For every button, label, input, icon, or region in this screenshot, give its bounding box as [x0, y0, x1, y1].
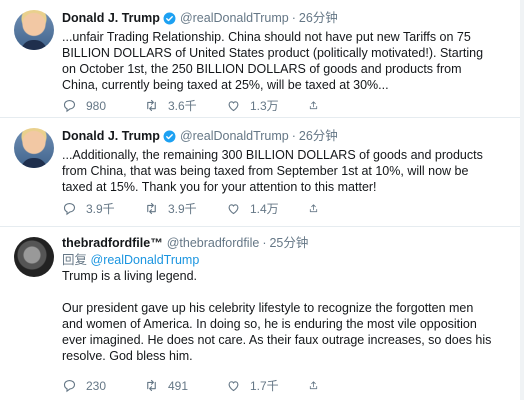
tweet-text-line: from China, that was being taxed from Se…: [62, 164, 469, 178]
author-name[interactable]: thebradfordfile™: [62, 235, 163, 252]
timestamp[interactable]: 25分钟: [269, 235, 308, 252]
tweet-text-line: BILLION DOLLARS of United States product…: [62, 46, 484, 60]
heart-icon: [228, 381, 239, 392]
retweet-button[interactable]: 3.9千: [144, 200, 226, 217]
share-icon: [309, 101, 318, 110]
tweet-actions: 230 491 1.7千: [62, 377, 328, 394]
retweet-count: 491: [168, 378, 189, 393]
tweet-header: thebradfordfile™ @thebradfordfile · 25分钟: [62, 235, 512, 252]
verified-badge-icon: [163, 130, 176, 143]
avatar[interactable]: [14, 128, 54, 168]
tweet-text-line: China, currently being taxed at 25%, wil…: [62, 78, 389, 92]
separator-dot: ·: [262, 236, 267, 250]
tweet-actions: 980 3.6千 1.3万: [62, 97, 328, 114]
tweet-header: Donald J. Trump @realDonaldTrump · 26分钟: [62, 10, 512, 27]
like-count: 1.3万: [250, 99, 279, 113]
replying-to: 回复 @realDonaldTrump: [62, 252, 512, 268]
tweet-text-line: Our president gave up his celebrity life…: [62, 301, 474, 315]
author-handle[interactable]: @thebradfordfile: [167, 235, 260, 252]
tweet[interactable]: Donald J. Trump @realDonaldTrump · 26分钟 …: [0, 0, 524, 118]
tweet[interactable]: Donald J. Trump @realDonaldTrump · 26分钟 …: [0, 118, 524, 227]
reply-count: 3.9千: [86, 202, 115, 216]
tweet-content: Donald J. Trump @realDonaldTrump · 26分钟 …: [62, 128, 512, 195]
tweet-feed: Donald J. Trump @realDonaldTrump · 26分钟 …: [0, 0, 524, 400]
share-icon: [309, 204, 318, 213]
reply-count: 980: [86, 98, 107, 113]
like-count: 1.4万: [250, 202, 279, 216]
retweet-icon: [147, 202, 156, 215]
tweet-text-line: ...Additionally, the remaining 300 BILLI…: [62, 148, 483, 162]
like-button[interactable]: 1.7千: [226, 377, 308, 394]
tweet-actions: 3.9千 3.9千 1.4万: [62, 200, 328, 217]
author-handle[interactable]: @realDonaldTrump: [180, 128, 289, 145]
tweet-text-line: taxed at 15%. Thank you for your attenti…: [62, 180, 377, 194]
tweet-text-line: Trump is a living legend.: [62, 269, 198, 283]
tweet-text-line: on October 1st, the 250 BILLION DOLLARS …: [62, 62, 462, 76]
like-button[interactable]: 1.4万: [226, 200, 308, 217]
reply-count: 230: [86, 378, 107, 393]
share-button[interactable]: [308, 201, 328, 216]
tweet-text: Trump is a living legend. Our president …: [62, 268, 512, 364]
reply-to-link[interactable]: @realDonaldTrump: [91, 253, 200, 267]
author-name[interactable]: Donald J. Trump: [62, 10, 160, 27]
tweet-text-line: resolve. God bless him.: [62, 349, 193, 363]
reply-icon: [63, 99, 76, 113]
retweet-button[interactable]: 491: [144, 378, 226, 393]
heart-icon: [228, 204, 239, 215]
author-name[interactable]: Donald J. Trump: [62, 128, 160, 145]
tweet-header: Donald J. Trump @realDonaldTrump · 26分钟: [62, 128, 512, 145]
tweet-text-line: ever imagined. He does not care. As thei…: [62, 333, 492, 347]
tweet-content: Donald J. Trump @realDonaldTrump · 26分钟 …: [62, 10, 512, 93]
reply-icon: [63, 202, 76, 216]
retweet-count: 3.9千: [168, 202, 197, 216]
reply-button[interactable]: 980: [62, 98, 144, 113]
tweet-text-line: and women of America. In doing so, he is…: [62, 317, 477, 331]
avatar[interactable]: [14, 10, 54, 50]
like-button[interactable]: 1.3万: [226, 97, 308, 114]
timestamp[interactable]: 26分钟: [299, 10, 338, 27]
author-handle[interactable]: @realDonaldTrump: [180, 10, 289, 27]
verified-badge-icon: [163, 12, 176, 25]
like-count: 1.7千: [250, 379, 279, 393]
separator-dot: ·: [291, 11, 296, 25]
share-icon: [309, 381, 318, 390]
separator-dot: ·: [291, 129, 296, 143]
tweet-text-line: ...unfair Trading Relationship. China sh…: [62, 30, 471, 44]
tweet-text: ...Additionally, the remaining 300 BILLI…: [62, 147, 512, 195]
avatar[interactable]: [14, 237, 54, 277]
retweet-icon: [147, 379, 156, 392]
reply-button[interactable]: 230: [62, 378, 144, 393]
reply-tweet[interactable]: thebradfordfile™ @thebradfordfile · 25分钟…: [0, 227, 524, 402]
retweet-button[interactable]: 3.6千: [144, 97, 226, 114]
share-button[interactable]: [308, 378, 328, 393]
reply-icon: [63, 379, 76, 393]
tweet-content: thebradfordfile™ @thebradfordfile · 25分钟…: [62, 235, 512, 364]
timestamp[interactable]: 26分钟: [299, 128, 338, 145]
reply-prefix: 回复: [62, 253, 88, 267]
share-button[interactable]: [308, 98, 328, 113]
heart-icon: [228, 101, 239, 112]
scrollbar[interactable]: [520, 0, 524, 400]
tweet-text: ...unfair Trading Relationship. China sh…: [62, 29, 512, 93]
reply-button[interactable]: 3.9千: [62, 200, 144, 217]
retweet-icon: [147, 99, 156, 112]
retweet-count: 3.6千: [168, 99, 197, 113]
